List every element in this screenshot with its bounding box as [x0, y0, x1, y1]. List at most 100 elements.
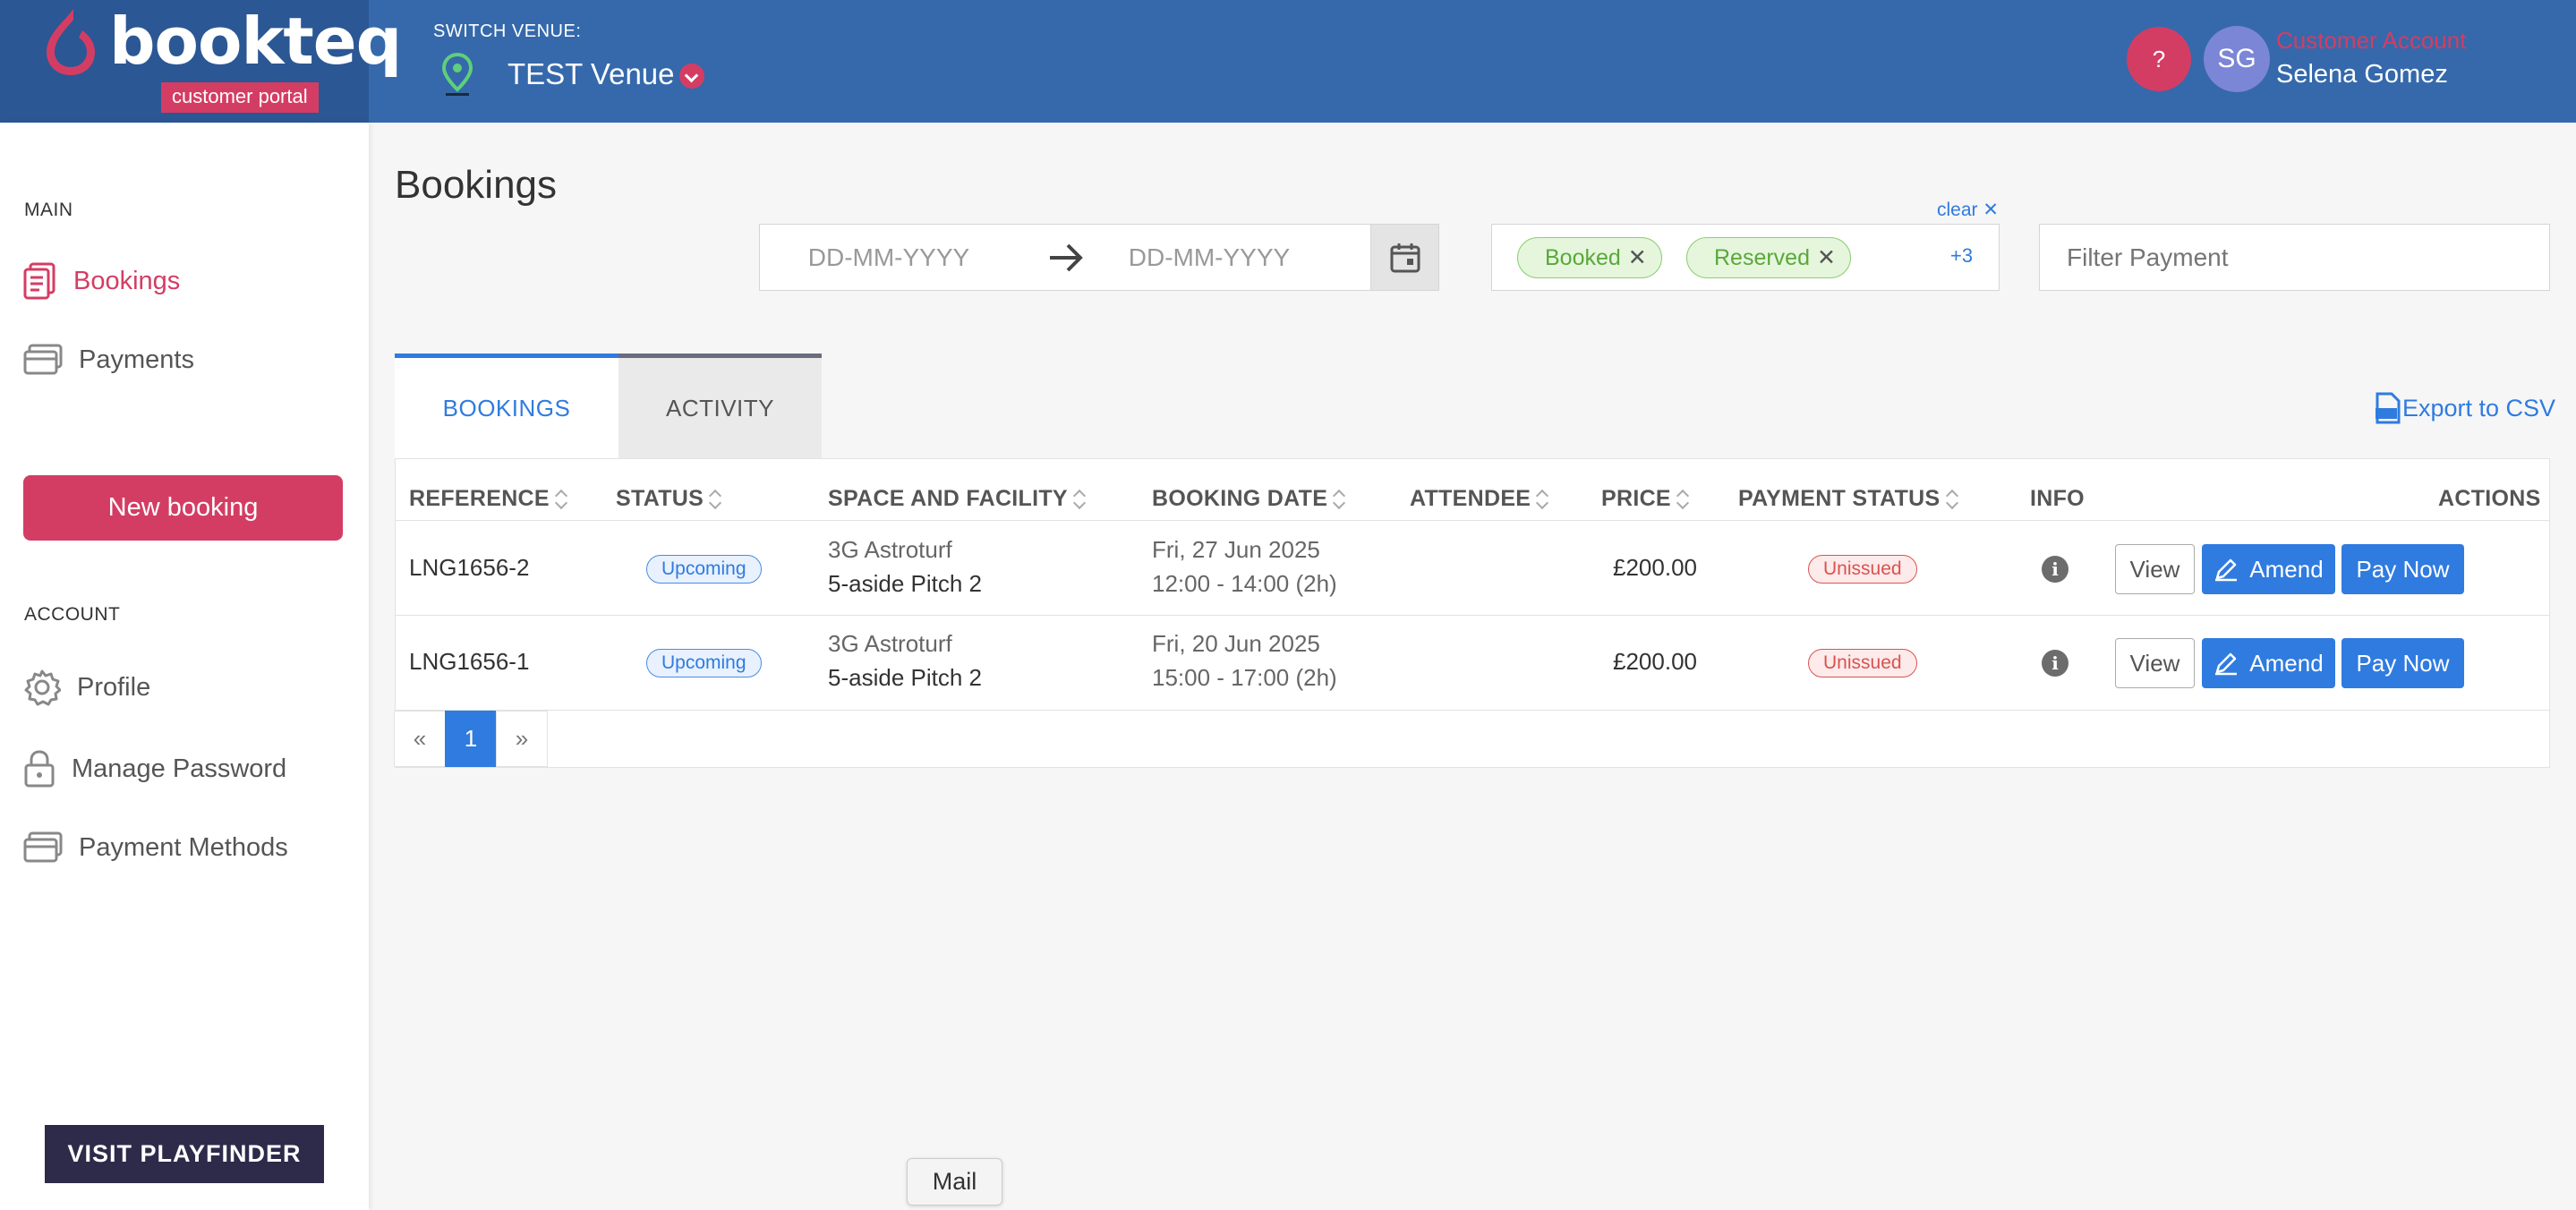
gear-icon	[24, 669, 61, 706]
clear-label: clear	[1937, 200, 1978, 220]
switch-venue-label: SWITCH VENUE:	[433, 21, 582, 41]
chip-label: Reserved	[1714, 245, 1810, 270]
help-button[interactable]: ?	[2127, 27, 2191, 91]
bookings-table: REFERENCE STATUS SPACE AND FACILITY BOOK…	[395, 458, 2550, 768]
pagination-next[interactable]: »	[496, 711, 548, 767]
sort-icon	[709, 486, 721, 511]
close-icon[interactable]: ✕	[1628, 245, 1647, 270]
visit-playfinder-banner[interactable]: VISIT PLAYFINDER	[45, 1125, 324, 1183]
header-label: REFERENCE	[409, 486, 550, 511]
cell-price: £200.00	[1613, 648, 1697, 675]
pencil-icon	[2215, 558, 2238, 582]
payment-filter-input[interactable]	[2039, 224, 2550, 291]
lock-icon	[24, 750, 55, 788]
sidebar-item-profile[interactable]: Profile	[23, 669, 150, 706]
col-header-booking-date[interactable]: BOOKING DATE	[1152, 472, 1345, 525]
status-chip-booked[interactable]: Booked ✕	[1517, 237, 1662, 278]
header-label: BOOKING DATE	[1152, 486, 1328, 511]
col-header-payment-status[interactable]: PAYMENT STATUS	[1738, 472, 1958, 525]
tab-bookings[interactable]: BOOKINGS	[395, 354, 618, 459]
sidebar-item-label: Payment Methods	[79, 832, 288, 862]
venue-pin-icon	[441, 52, 473, 96]
status-badge: Upcoming	[646, 555, 762, 584]
avatar[interactable]: SG	[2204, 26, 2270, 92]
col-header-space[interactable]: SPACE AND FACILITY	[828, 472, 1086, 525]
col-header-status[interactable]: STATUS	[616, 472, 721, 525]
sidebar-item-label: Profile	[77, 672, 151, 702]
brand-logo[interactable]: bookteq customer portal	[0, 0, 402, 123]
sidebar-item-manage-password[interactable]: Manage Password	[23, 749, 286, 788]
brand-badge: customer portal	[161, 82, 319, 113]
header-label: STATUS	[616, 486, 704, 511]
close-icon[interactable]: ✕	[1817, 245, 1836, 270]
cell-space: 3G Astroturf	[828, 630, 952, 657]
arrow-right-icon	[1050, 243, 1083, 272]
row-divider	[396, 710, 2549, 711]
date-range-picker: DD-MM-YYYY DD-MM-YYYY	[759, 224, 1439, 291]
info-icon[interactable]: i	[2042, 556, 2068, 583]
amend-button[interactable]: Amend	[2202, 638, 2335, 688]
date-from-input[interactable]: DD-MM-YYYY	[772, 225, 1005, 290]
sort-icon	[1073, 486, 1086, 511]
tab-activity[interactable]: ACTIVITY	[618, 354, 822, 459]
row-divider	[396, 520, 2549, 521]
new-booking-button[interactable]: New booking	[23, 475, 343, 541]
pagination: « 1 »	[394, 711, 548, 767]
cell-price: £200.00	[1613, 554, 1697, 581]
view-button[interactable]: View	[2115, 544, 2195, 594]
cell-reference: LNG1656-2	[409, 554, 530, 581]
venue-name[interactable]: TEST Venue	[508, 57, 675, 91]
chip-label: Booked	[1545, 245, 1621, 270]
pay-now-button[interactable]: Pay Now	[2341, 544, 2464, 594]
pagination-prev[interactable]: «	[394, 711, 446, 767]
status-chip-reserved[interactable]: Reserved ✕	[1686, 237, 1851, 278]
sort-icon	[1536, 486, 1548, 511]
sidebar-item-label: Manage Password	[72, 754, 287, 783]
sidebar-item-payment-methods[interactable]: Payment Methods	[23, 831, 288, 864]
calendar-button[interactable]	[1370, 225, 1438, 290]
sidebar-item-label: Payments	[79, 345, 194, 374]
mail-tooltip: Mail	[907, 1158, 1002, 1206]
amend-button[interactable]: Amend	[2202, 544, 2335, 594]
status-more-count[interactable]: +3	[1950, 244, 1973, 268]
header-label: ATTENDEE	[1410, 486, 1531, 511]
date-to-input[interactable]: DD-MM-YYYY	[1093, 225, 1326, 290]
brand-name: bookteq	[109, 4, 402, 79]
sidebar-section-main: MAIN	[24, 200, 73, 220]
sidebar-item-bookings[interactable]: Bookings	[23, 262, 180, 300]
amend-label: Amend	[2249, 649, 2324, 677]
sort-icon	[1946, 486, 1958, 511]
cell-reference: LNG1656-1	[409, 648, 530, 675]
col-header-info: INFO	[2030, 472, 2085, 525]
pencil-icon	[2215, 652, 2238, 676]
view-button[interactable]: View	[2115, 638, 2195, 688]
row-divider	[396, 615, 2549, 616]
csv-file-icon	[2376, 392, 2401, 424]
sidebar-item-payments[interactable]: Payments	[23, 344, 194, 376]
cell-date: Fri, 27 Jun 2025	[1152, 536, 1320, 563]
pay-now-button[interactable]: Pay Now	[2341, 638, 2464, 688]
cell-facility: 5-aside Pitch 2	[828, 570, 982, 597]
top-header: bookteq customer portal SWITCH VENUE: TE…	[0, 0, 2576, 123]
cell-facility: 5-aside Pitch 2	[828, 664, 982, 691]
header-label: PAYMENT STATUS	[1738, 486, 1941, 511]
pagination-page-1[interactable]: 1	[445, 711, 497, 767]
status-filter[interactable]: Booked ✕ Reserved ✕ +3	[1491, 224, 2000, 291]
cell-date: Fri, 20 Jun 2025	[1152, 630, 1320, 657]
export-csv-link[interactable]: Export to CSV	[2374, 392, 2555, 424]
info-icon[interactable]: i	[2042, 650, 2068, 677]
col-header-attendee[interactable]: ATTENDEE	[1410, 472, 1548, 525]
col-header-reference[interactable]: REFERENCE	[409, 472, 567, 525]
bookings-icon	[23, 262, 55, 300]
header-label: PRICE	[1601, 486, 1671, 511]
cell-time: 15:00 - 17:00 (2h)	[1152, 664, 1337, 691]
chevron-down-icon[interactable]	[679, 64, 704, 89]
col-header-price[interactable]: PRICE	[1601, 472, 1689, 525]
clear-filters-link[interactable]: clear ✕	[1937, 199, 1999, 221]
status-badge: Upcoming	[646, 649, 762, 677]
sort-icon	[555, 486, 567, 511]
user-name[interactable]: Selena Gomez	[2276, 60, 2448, 89]
page-title: Bookings	[395, 163, 558, 207]
payment-status-badge: Unissued	[1808, 555, 1917, 584]
card-icon	[23, 831, 63, 863]
